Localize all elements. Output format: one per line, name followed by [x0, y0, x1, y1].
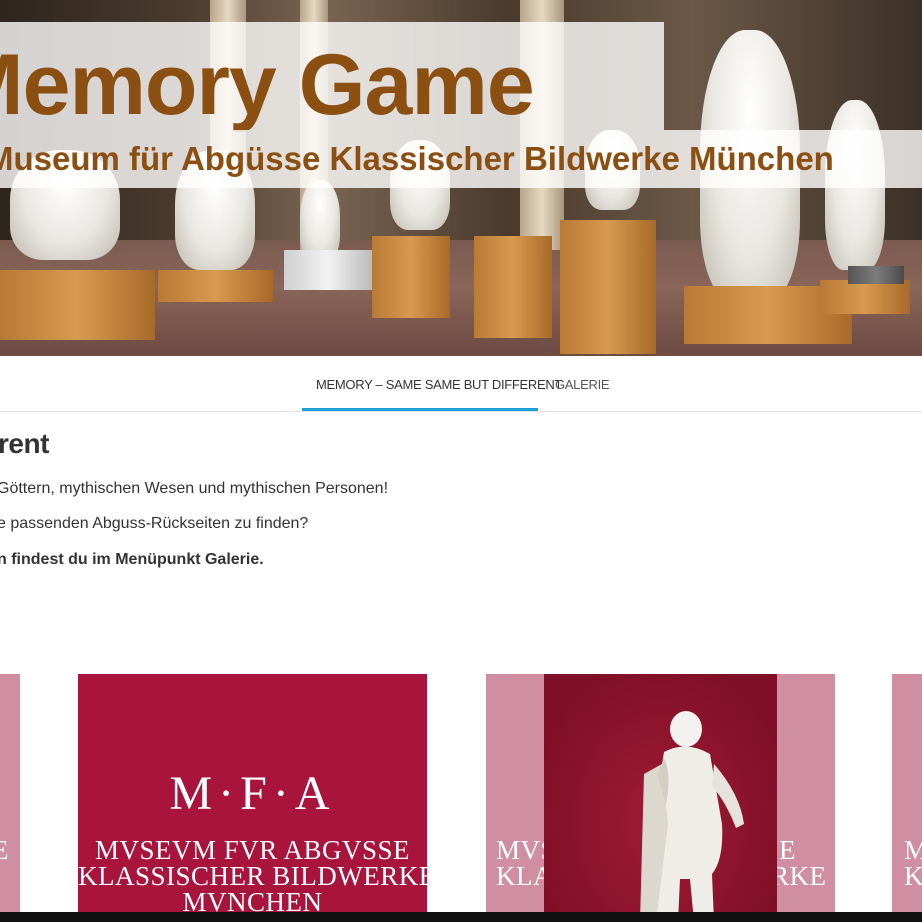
question-paragraph: e passenden Abguss-Rückseiten zu finden? [0, 515, 309, 532]
statue [300, 180, 340, 260]
pedestal [158, 270, 273, 302]
page-title: rent [0, 428, 49, 459]
memory-card[interactable]: M K [892, 674, 922, 922]
mfa-logo-line: KLASSISCHER BILDWERKE [78, 861, 427, 891]
title-band: Memory Game [0, 22, 664, 133]
subtitle-band: Museum für Abgüsse Klassischer Bildwerke… [0, 130, 922, 188]
pedestal [560, 220, 656, 354]
nav-item-memory[interactable]: Memory – Same same but different [302, 356, 562, 411]
pedestal [848, 266, 904, 284]
taskbar-strip [0, 912, 922, 922]
pedestal [820, 280, 910, 314]
memory-card[interactable]: M·F·A MVSEVM FVR ABGVSSE KLASSISCHER BIL… [78, 674, 427, 922]
pedestal [372, 236, 450, 318]
main-navigation: Memory – Same same but different Galerie [0, 356, 922, 412]
memory-card[interactable]: E [0, 674, 20, 922]
card-logo-fragment: M [904, 835, 922, 865]
statue-back-icon [640, 711, 744, 922]
header-banner: Memory Game Museum für Abgüsse Klassisch… [0, 0, 922, 356]
mfa-logo-letters: M·F·A [169, 767, 336, 820]
site-title[interactable]: Memory Game [0, 36, 535, 134]
pedestal [284, 250, 372, 290]
site-subtitle: Museum für Abgüsse Klassischer Bildwerke… [0, 140, 834, 177]
card-logo-fragment: E [779, 835, 796, 865]
nav-item-galerie[interactable]: Galerie [555, 356, 610, 411]
statue-photo [544, 674, 777, 922]
intro-paragraph: Göttern, mythischen Wesen und mythischen… [0, 480, 389, 497]
memory-card-flipped[interactable]: MVS KLA E ERKE [486, 674, 835, 922]
pedestal [0, 270, 155, 340]
gallery-hint-paragraph: n findest du im Menüpunkt Galerie. [0, 551, 264, 568]
pedestal [474, 236, 552, 338]
card-logo-fragment: E [0, 835, 9, 865]
card-logo-fragment: K [904, 861, 922, 891]
mfa-logo-line: MVSEVM FVR ABGVSSE [94, 835, 411, 865]
